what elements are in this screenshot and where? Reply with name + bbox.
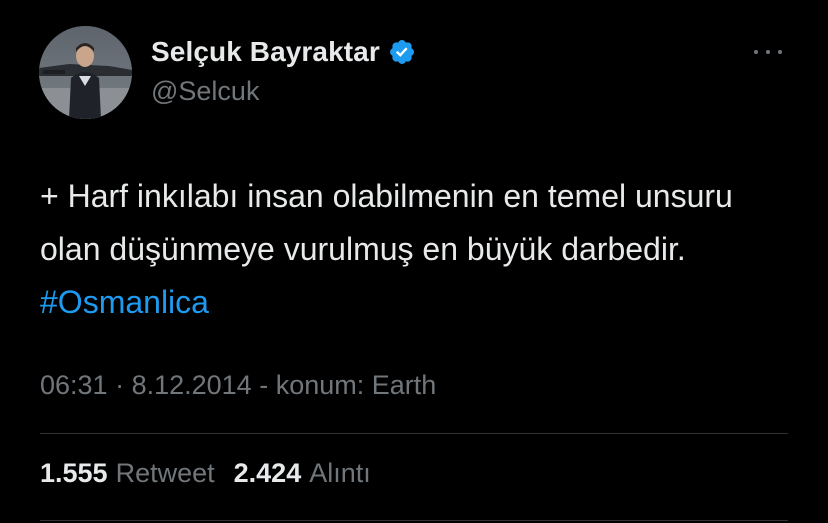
author-name-row: Selçuk Bayraktar [151, 33, 416, 71]
tweet-detail: Selçuk Bayraktar @Selcuk + Harf inkılabı… [0, 0, 828, 523]
retweets-label: Retweet [115, 458, 215, 488]
divider [40, 433, 788, 434]
more-dot [778, 50, 782, 54]
tweet-text: + Harf inkılabı insan olabilmenin en tem… [40, 170, 800, 329]
tweet-location[interactable]: Earth [372, 370, 437, 400]
quotes-stat[interactable]: 2.424 Alıntı [234, 458, 371, 489]
author-handle[interactable]: @Selcuk [151, 76, 259, 107]
more-dot [766, 50, 770, 54]
avatar-photo-icon [39, 26, 132, 119]
tweet-time[interactable]: 06:31 [40, 370, 108, 400]
meta-separator: · [107, 370, 132, 400]
more-dot [754, 50, 758, 54]
location-prefix: - konum: [251, 370, 372, 400]
quotes-count: 2.424 [233, 458, 302, 488]
retweets-count: 1.555 [40, 458, 108, 488]
tweet-body-text: + Harf inkılabı insan olabilmenin en tem… [40, 178, 733, 267]
more-horizontal-icon[interactable] [754, 44, 782, 60]
retweets-stat[interactable]: 1.555 Retweet [40, 458, 215, 489]
tweet-stats: 1.555 Retweet 2.424 Alıntı [40, 458, 371, 489]
hashtag-link[interactable]: #Osmanlica [40, 284, 209, 320]
quotes-label: Alıntı [309, 458, 371, 488]
avatar[interactable] [39, 26, 132, 119]
author-display-name[interactable]: Selçuk Bayraktar [151, 36, 380, 68]
tweet-date[interactable]: 8.12.2014 [132, 370, 252, 400]
divider [40, 520, 788, 521]
tweet-metadata: 06:31 · 8.12.2014 - konum: Earth [40, 370, 436, 401]
verified-badge-icon[interactable] [388, 38, 416, 66]
